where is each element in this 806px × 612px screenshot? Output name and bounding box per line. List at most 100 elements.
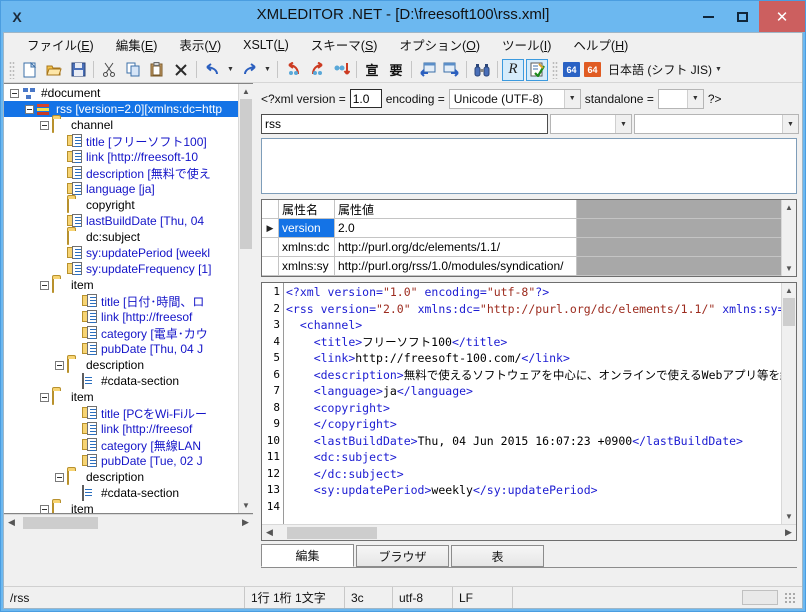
copy-button[interactable] bbox=[122, 59, 144, 81]
editor-hscroll-track[interactable] bbox=[277, 526, 781, 540]
editor-scroll-track[interactable] bbox=[782, 298, 796, 509]
tree-node[interactable]: title [日付･時間、ロ bbox=[4, 293, 238, 309]
paste-button[interactable] bbox=[146, 59, 168, 81]
menu-edit[interactable]: 編集(E) bbox=[105, 33, 169, 57]
tree-node[interactable]: sy:updatePeriod [weekl bbox=[4, 245, 238, 261]
tree-node[interactable]: channel bbox=[4, 117, 238, 133]
tree-scroll-right-icon[interactable]: ▶ bbox=[238, 517, 253, 528]
tree-node[interactable]: lastBuildDate [Thu, 04 bbox=[4, 213, 238, 229]
menu-help[interactable]: ヘルプ(H) bbox=[562, 33, 639, 57]
tree-expander-icon[interactable] bbox=[10, 88, 19, 98]
menu-options[interactable]: オプション(O) bbox=[388, 33, 491, 57]
tree-node[interactable]: link [http://freesof bbox=[4, 309, 238, 325]
chevron-down-icon[interactable]: ▼ bbox=[563, 89, 580, 108]
tree-node[interactable]: #cdata-section bbox=[4, 373, 238, 389]
minimize-button[interactable] bbox=[691, 1, 725, 32]
undo-button[interactable] bbox=[201, 59, 223, 81]
xml-version-input[interactable] bbox=[349, 89, 382, 108]
editor-vertical-scrollbar[interactable]: ▲ ▼ bbox=[781, 283, 796, 524]
tree-node[interactable]: link [http://freesof bbox=[4, 421, 238, 437]
close-button[interactable]: ✕ bbox=[759, 1, 805, 32]
tab-browser[interactable]: ブラウザ bbox=[356, 545, 449, 567]
attr-name-cell[interactable]: version bbox=[279, 219, 335, 237]
source-code-text[interactable]: <?xml version="1.0" encoding="utf-8"?> <r… bbox=[284, 283, 781, 524]
tree-node[interactable]: language [ja] bbox=[4, 181, 238, 197]
editor-horizontal-scrollbar[interactable]: ◀ ▶ bbox=[262, 524, 796, 540]
tree-hscroll-thumb[interactable] bbox=[23, 516, 98, 529]
node-move-up-button[interactable] bbox=[282, 59, 304, 81]
tree-node[interactable]: pubDate [Thu, 04 J bbox=[4, 341, 238, 357]
new-file-button[interactable] bbox=[19, 59, 41, 81]
regex-mode-button[interactable]: R bbox=[502, 58, 524, 81]
attr-value-cell[interactable]: http://purl.org/dc/elements/1.1/ bbox=[335, 238, 577, 256]
cut-button[interactable] bbox=[98, 59, 120, 81]
chevron-down-icon[interactable]: ▼ bbox=[782, 115, 798, 133]
table-row[interactable]: ▶ version 2.0 bbox=[262, 219, 781, 238]
menu-tools[interactable]: ツール(I) bbox=[491, 33, 562, 57]
tree-node[interactable]: rss [version=2.0][xmlns:dc=http bbox=[4, 101, 238, 117]
tree-scroll-track[interactable] bbox=[239, 99, 253, 498]
attr-value-cell[interactable]: 2.0 bbox=[335, 219, 577, 237]
tree-node[interactable]: title [フリーソフト100] bbox=[4, 133, 238, 149]
save-file-button[interactable] bbox=[67, 59, 89, 81]
tree-node[interactable]: description [無料で使え bbox=[4, 165, 238, 181]
editor-scroll-up-icon[interactable]: ▲ bbox=[782, 283, 796, 298]
attr-name-cell[interactable]: xmlns:dc bbox=[279, 238, 335, 256]
undo-dropdown[interactable]: ▼ bbox=[224, 60, 237, 80]
resize-grip-icon[interactable] bbox=[784, 591, 796, 604]
attr-value-cell[interactable]: http://purl.org/rss/1.0/modules/syndicat… bbox=[335, 257, 577, 275]
encoding-badge-orange[interactable]: 64 bbox=[584, 62, 601, 77]
editor-scroll-left-icon[interactable]: ◀ bbox=[262, 527, 277, 538]
tree-node[interactable]: #cdata-section bbox=[4, 485, 238, 501]
tree-node[interactable]: category [無線LAN bbox=[4, 437, 238, 453]
tree-node[interactable]: title [PCをWi-Fiルー bbox=[4, 405, 238, 421]
editor-hscroll-thumb[interactable] bbox=[287, 526, 377, 539]
attr-scroll-down-icon[interactable]: ▼ bbox=[782, 261, 796, 276]
tree-expander-icon[interactable] bbox=[40, 392, 49, 402]
tree-node[interactable]: item bbox=[4, 501, 238, 513]
attr-name-cell[interactable]: xmlns:sy bbox=[279, 257, 335, 275]
encoding-badge-blue[interactable]: 64 bbox=[563, 62, 580, 77]
xml-tree-view[interactable]: #document rss [version=2.0][xmlns:dc=http… bbox=[4, 84, 238, 513]
tree-expander-icon[interactable] bbox=[55, 360, 64, 370]
element-value-textarea[interactable] bbox=[261, 138, 797, 194]
node-move-down-button[interactable] bbox=[306, 59, 328, 81]
encoding-combobox[interactable]: Unicode (UTF-8) ▼ bbox=[448, 88, 581, 109]
table-row[interactable]: xmlns:sy http://purl.org/rss/1.0/modules… bbox=[262, 257, 781, 276]
node-insert-button[interactable] bbox=[330, 59, 352, 81]
toolbar-grip-2[interactable] bbox=[552, 60, 558, 79]
tab-edit[interactable]: 編集 bbox=[261, 544, 354, 567]
maximize-button[interactable] bbox=[725, 1, 759, 32]
element-name-input[interactable] bbox=[261, 114, 548, 134]
redo-dropdown[interactable]: ▼ bbox=[261, 60, 274, 80]
tree-expander-icon[interactable] bbox=[40, 120, 49, 130]
tree-node[interactable]: pubDate [Tue, 02 J bbox=[4, 453, 238, 469]
menu-file[interactable]: ファイル(E) bbox=[16, 33, 105, 57]
tree-node[interactable]: dc:subject bbox=[4, 229, 238, 245]
attr-scroll-up-icon[interactable]: ▲ bbox=[782, 200, 796, 215]
delete-button[interactable] bbox=[170, 59, 192, 81]
insert-declaration-button[interactable]: 宣 bbox=[361, 59, 383, 81]
tree-node[interactable]: link [http://freesoft-10 bbox=[4, 149, 238, 165]
chevron-down-icon[interactable]: ▼ bbox=[686, 89, 703, 108]
validate-button[interactable] bbox=[526, 58, 548, 81]
insert-element-button[interactable]: 要 bbox=[385, 59, 407, 81]
encoding-dropdown-arrow-icon[interactable]: ▼ bbox=[712, 60, 725, 80]
attributes-grid[interactable]: 属性名 属性値 ▶ version 2.0 xmlns:dc http://pu… bbox=[262, 200, 781, 276]
editor-scroll-right-icon[interactable]: ▶ bbox=[781, 527, 796, 538]
find-button[interactable] bbox=[471, 59, 493, 81]
standalone-combobox[interactable]: ▼ bbox=[657, 88, 704, 109]
tree-vertical-scrollbar[interactable]: ▲ ▼ bbox=[238, 84, 253, 513]
tree-node[interactable]: description bbox=[4, 357, 238, 373]
tree-node[interactable]: category [電卓･カウ bbox=[4, 325, 238, 341]
tree-expander-icon[interactable] bbox=[40, 280, 49, 290]
next-view-button[interactable] bbox=[440, 59, 462, 81]
tree-hscroll-track[interactable] bbox=[19, 516, 238, 530]
tree-node[interactable]: copyright bbox=[4, 197, 238, 213]
chevron-down-icon[interactable]: ▼ bbox=[615, 115, 631, 133]
table-row[interactable]: xmlns:dc http://purl.org/dc/elements/1.1… bbox=[262, 238, 781, 257]
menu-schema[interactable]: スキーマ(S) bbox=[300, 33, 389, 57]
attributes-vertical-scrollbar[interactable]: ▲ ▼ bbox=[781, 200, 796, 276]
tree-scroll-down-icon[interactable]: ▼ bbox=[239, 498, 253, 513]
redo-button[interactable] bbox=[238, 59, 260, 81]
